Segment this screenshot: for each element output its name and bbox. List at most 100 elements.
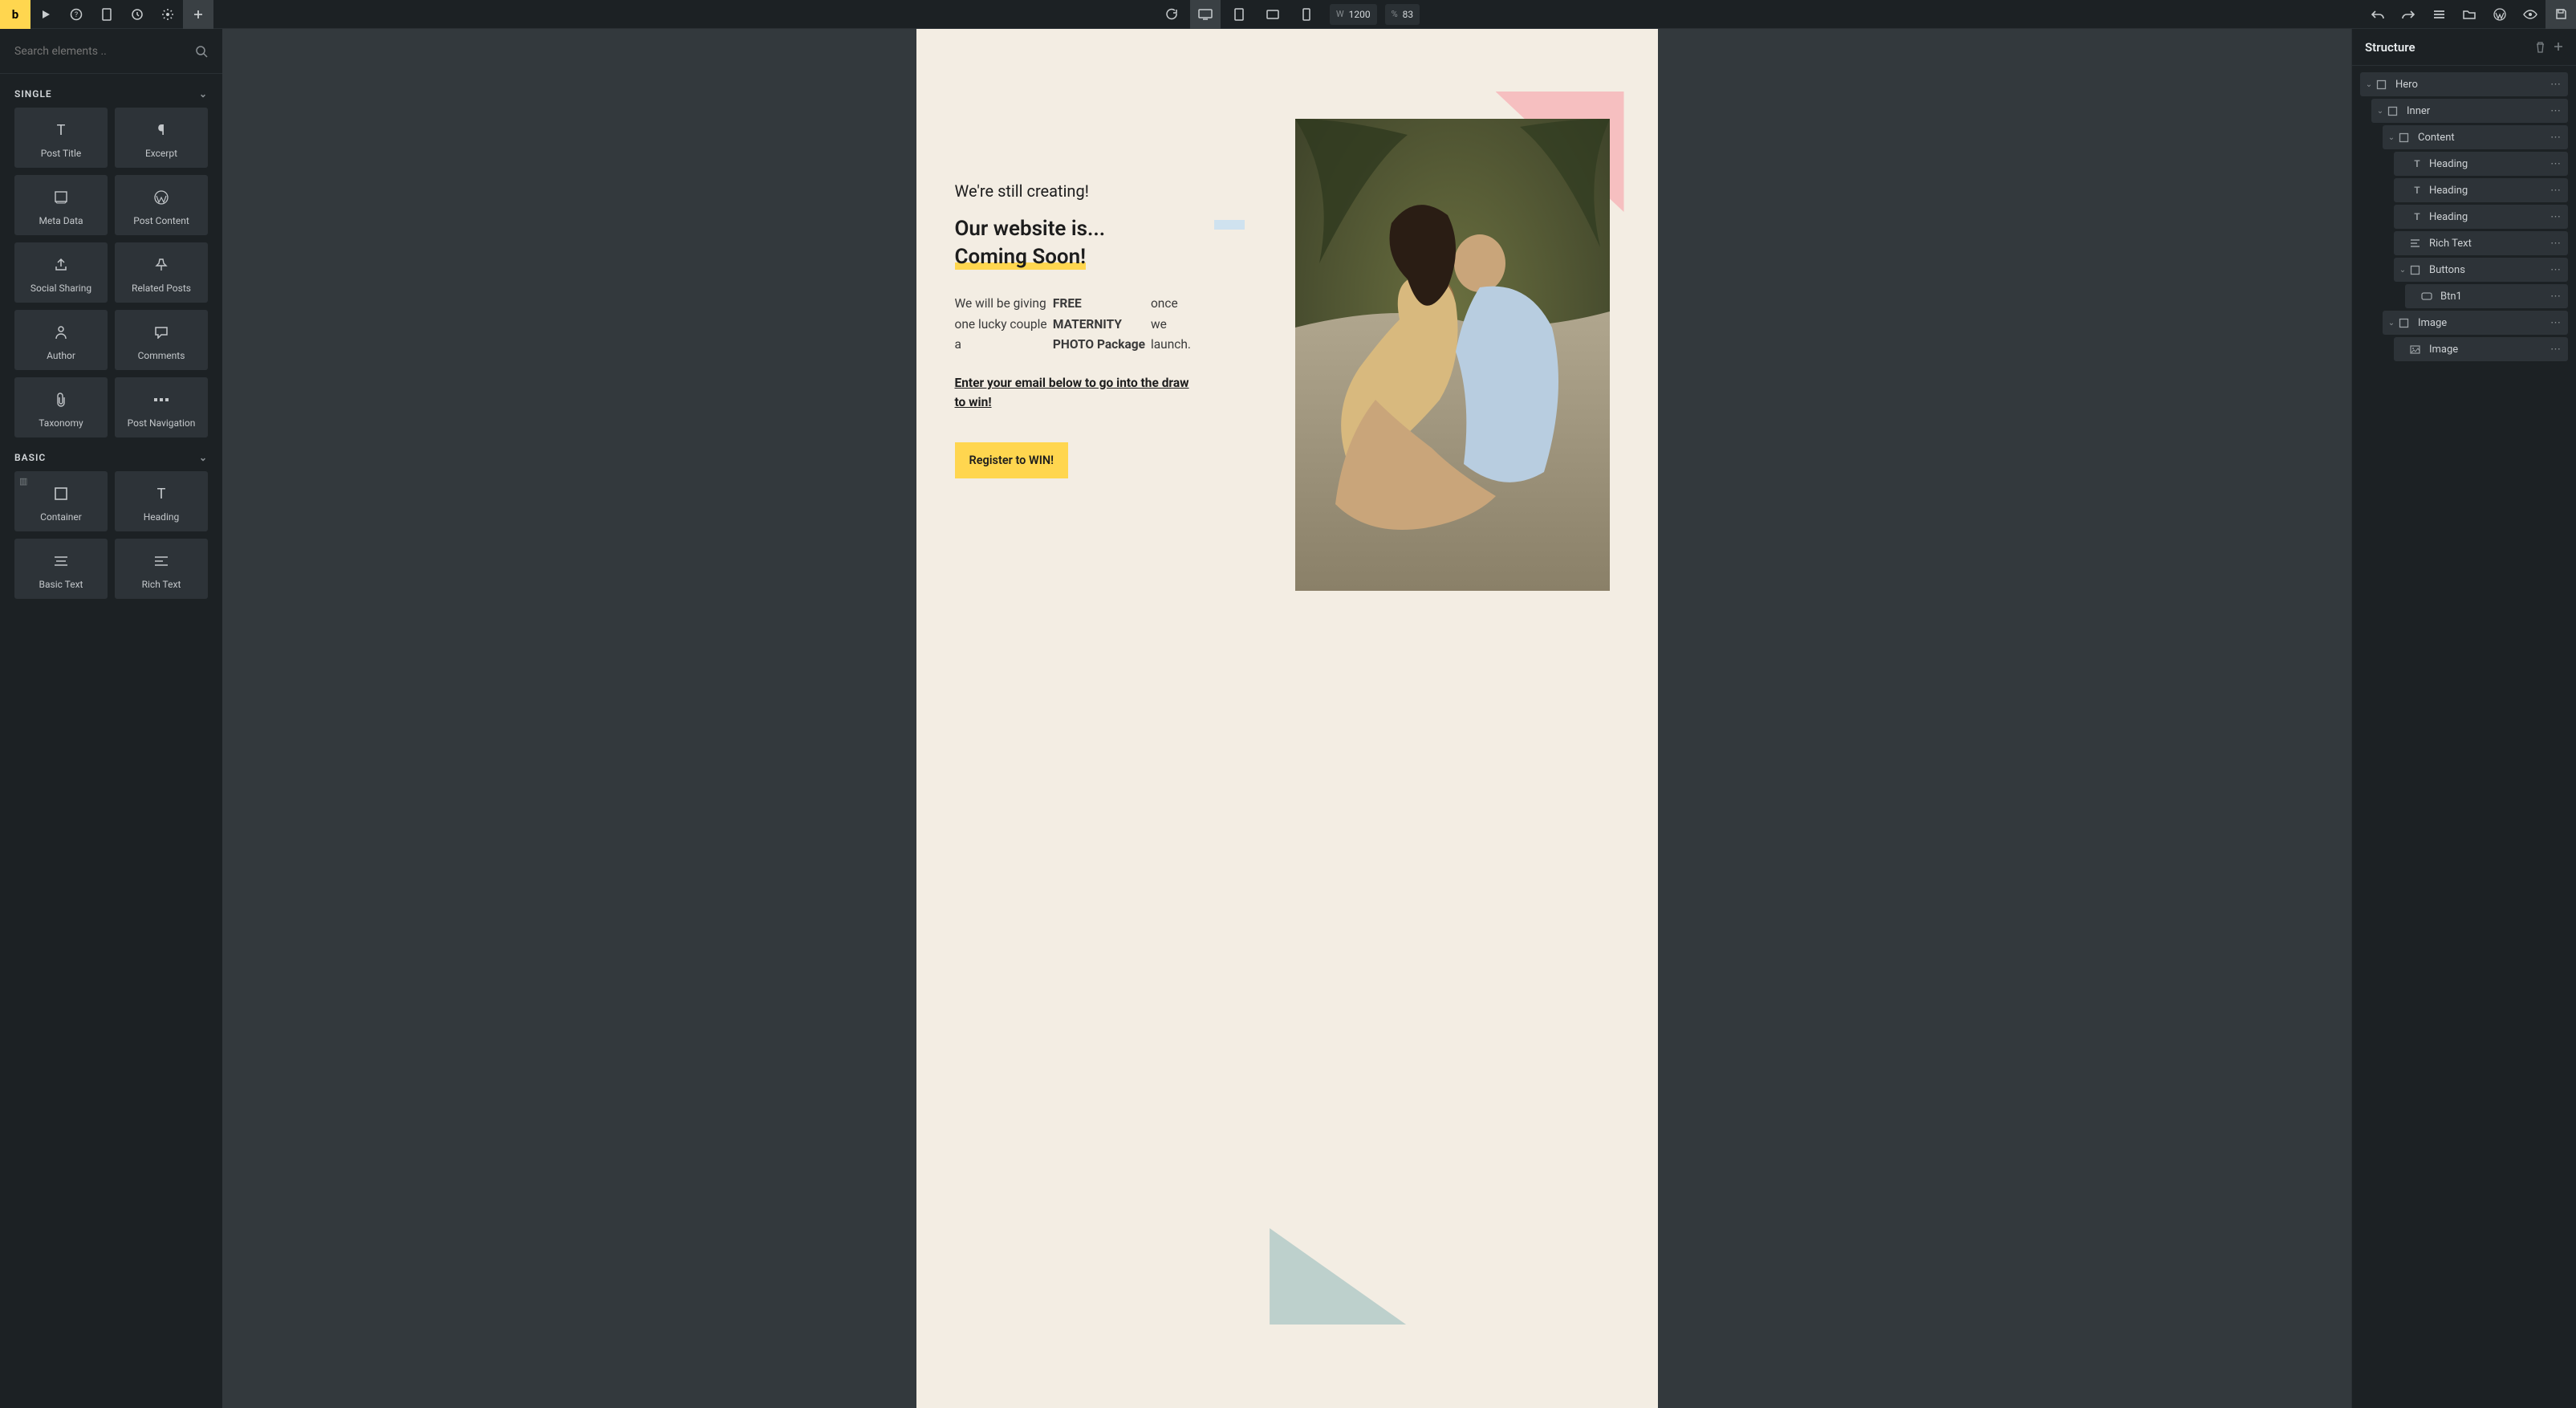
element-basic-text[interactable]: Basic Text	[14, 539, 108, 599]
tree-node[interactable]: Rich Text ⋯	[2394, 231, 2568, 255]
logo-button[interactable]: b	[0, 0, 30, 29]
node-label: Content	[2418, 132, 2455, 144]
node-menu-icon[interactable]: ⋯	[2550, 238, 2562, 250]
add-node-icon[interactable]	[2554, 42, 2563, 53]
percent-value: 83	[1403, 9, 1414, 20]
expand-icon[interactable]: ⌄	[2386, 133, 2397, 142]
delete-icon[interactable]	[2535, 42, 2546, 53]
viewport-percent-field[interactable]: %83	[1385, 4, 1420, 25]
chevron-down-icon: ⌄	[199, 88, 208, 100]
cta-text[interactable]: Enter your email below to go into the dr…	[955, 373, 1196, 412]
element-post-navigation[interactable]: Post Navigation	[115, 377, 208, 437]
page-icon[interactable]	[91, 0, 122, 29]
node-label: Rich Text	[2429, 238, 2472, 250]
node-menu-icon[interactable]: ⋯	[2550, 211, 2562, 223]
elements-panel: SINGLE ⌄ TPost Title ¶Excerpt Meta Data …	[0, 29, 222, 1408]
node-menu-icon[interactable]: ⋯	[2550, 185, 2562, 197]
settings-icon[interactable]	[152, 0, 183, 29]
element-post-content[interactable]: Post Content	[115, 175, 208, 235]
structure-tree: ⌄Hero⋯⌄Inner⋯⌄Content⋯THeading⋯THeading⋯…	[2352, 66, 2576, 1408]
tree-node[interactable]: THeading⋯	[2394, 205, 2568, 229]
undo-icon[interactable]	[2363, 0, 2393, 29]
tree-node[interactable]: Image⋯	[2394, 337, 2568, 361]
element-container[interactable]: ▥Container	[14, 471, 108, 531]
element-social-sharing[interactable]: Social Sharing	[14, 242, 108, 303]
main-heading[interactable]: Our website is... Coming Soon!	[955, 215, 1254, 271]
tablet-landscape-icon[interactable]	[1258, 0, 1288, 29]
node-label: Heading	[2429, 185, 2468, 197]
node-type-icon	[2421, 292, 2436, 300]
redo-icon[interactable]	[2393, 0, 2424, 29]
node-menu-icon[interactable]: ⋯	[2550, 344, 2562, 356]
text-icon: T	[157, 482, 166, 505]
tree-node[interactable]: ⌄Buttons⋯	[2394, 258, 2568, 282]
element-taxonomy[interactable]: Taxonomy	[14, 377, 108, 437]
node-label: Btn1	[2440, 291, 2462, 303]
element-comments[interactable]: Comments	[115, 310, 208, 370]
category-label: BASIC	[14, 452, 46, 463]
node-menu-icon[interactable]: ⋯	[2550, 317, 2562, 329]
add-button[interactable]	[183, 0, 213, 29]
tree-node[interactable]: ⌄Image⋯	[2383, 311, 2568, 335]
wordpress-icon[interactable]	[2485, 0, 2515, 29]
node-menu-icon[interactable]: ⋯	[2550, 79, 2562, 91]
node-menu-icon[interactable]: ⋯	[2550, 132, 2562, 144]
mobile-icon[interactable]	[1291, 0, 1322, 29]
node-menu-icon[interactable]: ⋯	[2550, 264, 2562, 276]
canvas-viewport[interactable]: We're still creating! Our website is... …	[222, 29, 2351, 1408]
element-author[interactable]: Author	[14, 310, 108, 370]
register-button[interactable]: Register to WIN!	[955, 442, 1069, 478]
node-type-icon	[2410, 265, 2424, 275]
node-label: Hero	[2395, 79, 2418, 91]
help-icon[interactable]: ?	[61, 0, 91, 29]
tree-node[interactable]: THeading⋯	[2394, 152, 2568, 176]
element-rich-text[interactable]: Rich Text	[115, 539, 208, 599]
search-icon[interactable]	[195, 45, 208, 58]
node-type-icon	[2410, 345, 2424, 354]
hero-image-wrap[interactable]	[1286, 77, 1619, 1344]
expand-icon[interactable]: ⌄	[2397, 266, 2408, 275]
element-heading[interactable]: THeading	[115, 471, 208, 531]
node-type-icon	[2410, 239, 2424, 248]
category-basic[interactable]: BASIC ⌄	[14, 437, 208, 471]
eyebrow-heading[interactable]: We're still creating!	[955, 181, 1254, 201]
play-icon[interactable]	[30, 0, 61, 29]
body-text[interactable]: We will be giving one lucky couple a FRE…	[955, 294, 1196, 356]
tree-node[interactable]: THeading⋯	[2394, 178, 2568, 202]
tree-node[interactable]: Btn1 ⋯	[2405, 284, 2568, 308]
node-type-icon: T	[2410, 158, 2424, 169]
element-post-title[interactable]: TPost Title	[14, 108, 108, 168]
tree-node[interactable]: ⌄ Hero ⋯	[2360, 72, 2568, 96]
category-label: SINGLE	[14, 88, 52, 100]
refresh-icon[interactable]	[1156, 0, 1187, 29]
node-menu-icon[interactable]: ⋯	[2550, 105, 2562, 117]
expand-icon[interactable]: ⌄	[2363, 80, 2375, 89]
selection-marker	[1214, 220, 1245, 230]
search-input[interactable]	[14, 45, 195, 58]
node-label: Inner	[2407, 105, 2430, 117]
tree-node[interactable]: ⌄ Content ⋯	[2383, 125, 2568, 149]
desktop-icon[interactable]	[1190, 0, 1221, 29]
meta-icon	[53, 186, 69, 209]
node-menu-icon[interactable]: ⋯	[2550, 158, 2562, 170]
hero-content[interactable]: We're still creating! Our website is... …	[955, 77, 1254, 1344]
category-single[interactable]: SINGLE ⌄	[14, 74, 208, 108]
tree-node[interactable]: ⌄ Inner ⋯	[2371, 99, 2568, 123]
viewport-width-field[interactable]: W1200	[1330, 4, 1377, 25]
folder-icon[interactable]	[2454, 0, 2485, 29]
expand-icon[interactable]: ⌄	[2386, 319, 2397, 328]
hero-photo[interactable]	[1295, 119, 1610, 591]
preview-icon[interactable]	[2515, 0, 2546, 29]
tablet-portrait-icon[interactable]	[1224, 0, 1254, 29]
width-value: 1200	[1349, 9, 1371, 20]
element-meta-data[interactable]: Meta Data	[14, 175, 108, 235]
expand-icon[interactable]: ⌄	[2375, 107, 2386, 116]
page-canvas[interactable]: We're still creating! Our website is... …	[916, 29, 1658, 1408]
save-button[interactable]	[2546, 0, 2576, 29]
hero-section[interactable]: We're still creating! Our website is... …	[955, 77, 1619, 1344]
element-excerpt[interactable]: ¶Excerpt	[115, 108, 208, 168]
node-menu-icon[interactable]: ⋯	[2550, 291, 2562, 303]
element-related-posts[interactable]: Related Posts	[115, 242, 208, 303]
history-icon[interactable]	[122, 0, 152, 29]
panels-icon[interactable]	[2424, 0, 2454, 29]
